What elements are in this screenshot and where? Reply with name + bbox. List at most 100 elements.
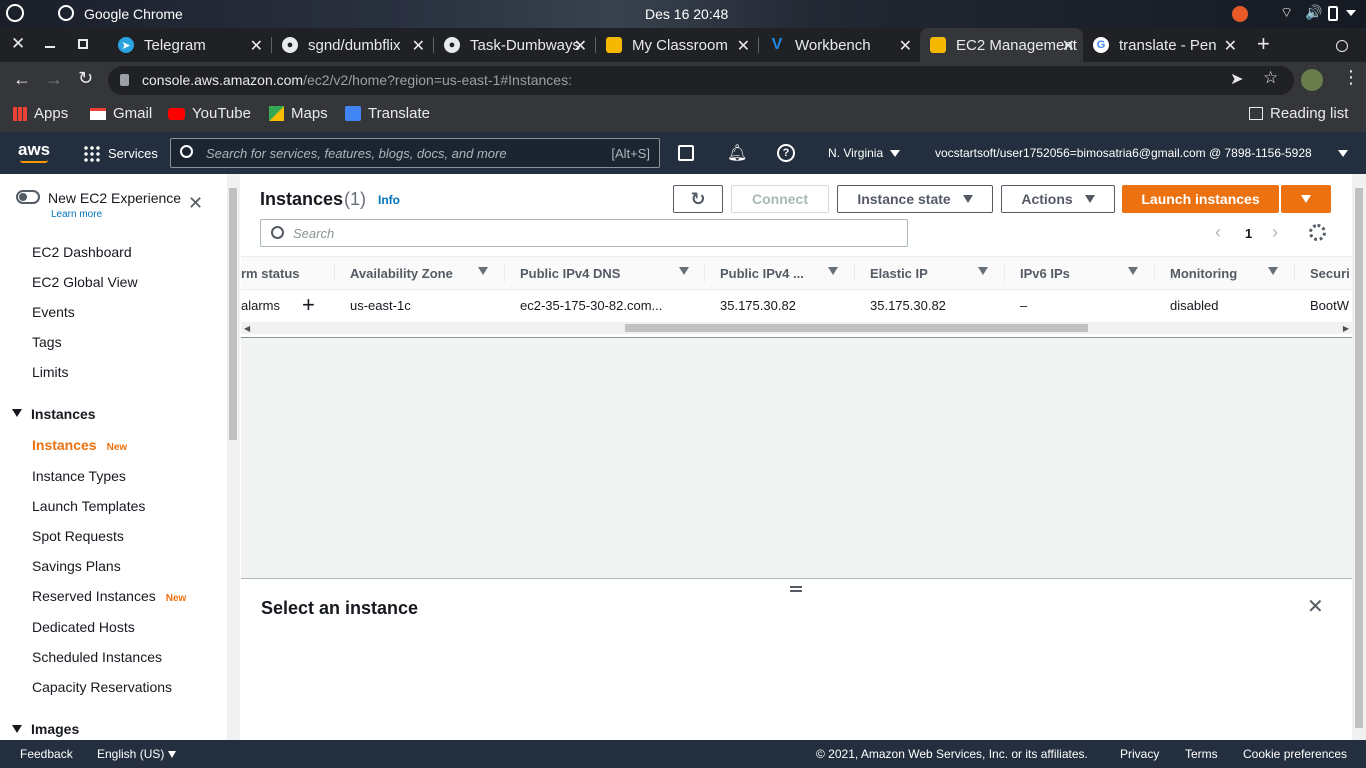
os-clock[interactable]: Des 16 20:48 — [645, 6, 728, 22]
horizontal-scrollbar[interactable]: ◀ ▶ — [241, 322, 1352, 334]
info-link[interactable]: Info — [378, 193, 400, 207]
aws-search-bar[interactable]: Search for services, features, blogs, do… — [170, 138, 660, 168]
column-header[interactable]: Availability Zone — [350, 266, 453, 281]
gear-icon[interactable] — [1309, 224, 1326, 241]
send-icon[interactable]: ➤ — [1230, 69, 1243, 89]
close-icon[interactable]: ✕ — [188, 193, 203, 214]
sidebar-item-ec2-global-view[interactable]: EC2 Global View — [32, 274, 138, 290]
help-icon[interactable]: ? — [777, 144, 795, 162]
sidebar-item-savings-plans[interactable]: Savings Plans — [32, 558, 121, 574]
column-header[interactable]: Public IPv4 ... — [720, 266, 804, 281]
close-icon[interactable]: ✕ — [1062, 36, 1075, 56]
volume-icon[interactable]: 🔊 — [1305, 4, 1322, 21]
address-bar[interactable]: console.aws.amazon.com/ec2/v2/home?regio… — [108, 66, 1294, 95]
minimize-icon[interactable] — [45, 46, 55, 48]
wifi-icon[interactable]: ⌔ — [1280, 4, 1293, 22]
sort-icon[interactable] — [1128, 267, 1138, 275]
tab-telegram[interactable]: ➤ Telegram ✕ — [108, 28, 271, 62]
column-header[interactable]: Monitoring — [1170, 266, 1237, 281]
terms-link[interactable]: Terms — [1185, 747, 1218, 761]
bookmark-maps[interactable]: Maps — [269, 105, 328, 122]
close-icon[interactable]: ✕ — [1224, 36, 1237, 56]
bell-icon[interactable]: 🔔︎ — [727, 143, 747, 163]
feedback-link[interactable]: Feedback — [20, 747, 73, 761]
privacy-link[interactable]: Privacy — [1120, 747, 1159, 761]
search-input[interactable]: Search — [293, 226, 334, 241]
close-icon[interactable]: ✕ — [899, 36, 912, 56]
sidebar-item-instances[interactable]: Instances New — [32, 437, 127, 453]
lock-icon[interactable] — [120, 74, 129, 86]
cloudshell-icon[interactable] — [678, 145, 694, 161]
page-scrollbar[interactable] — [1352, 174, 1366, 740]
launch-instances-button[interactable]: Launch instances — [1122, 185, 1279, 213]
tab-search-icon[interactable] — [1336, 40, 1348, 52]
profile-avatar[interactable] — [1301, 69, 1323, 91]
sort-icon[interactable] — [1268, 267, 1278, 275]
close-icon[interactable]: ✕ — [1307, 594, 1324, 619]
sidebar-item-limits[interactable]: Limits — [32, 364, 69, 380]
scroll-right-icon[interactable]: ▶ — [1343, 324, 1349, 333]
new-tab-plus-icon[interactable]: + — [1257, 31, 1270, 57]
sort-icon[interactable] — [478, 267, 488, 275]
tab-my-classroom[interactable]: My Classroom ✕ — [596, 28, 758, 62]
column-header[interactable]: IPv6 IPs — [1020, 266, 1070, 281]
sidebar-item-events[interactable]: Events — [32, 304, 75, 320]
scroll-left-icon[interactable]: ◀ — [244, 324, 250, 333]
aws-logo[interactable]: aws — [18, 140, 50, 160]
tab-github-dumbflix[interactable]: ● sgnd/dumbflix ✕ — [272, 28, 433, 62]
bookmark-gmail[interactable]: Gmail — [90, 105, 152, 122]
scrollbar-thumb[interactable] — [625, 324, 1088, 332]
bookmark-apps[interactable]: Apps — [13, 105, 68, 122]
tab-github-task[interactable]: ● Task-Dumbways ✕ — [434, 28, 595, 62]
chevron-right-icon[interactable]: › — [1272, 222, 1278, 243]
sidebar-item-scheduled-instances[interactable]: Scheduled Instances — [32, 649, 162, 665]
sidebar-item-dedicated-hosts[interactable]: Dedicated Hosts — [32, 619, 135, 635]
column-header[interactable]: Elastic IP — [870, 266, 928, 281]
sidebar-item-instance-types[interactable]: Instance Types — [32, 468, 126, 484]
tab-ec2-management[interactable]: EC2 Management ✕ — [920, 28, 1083, 62]
instance-search-field[interactable]: Search — [260, 219, 908, 247]
section-images[interactable]: Images — [31, 721, 79, 737]
cookie-preferences-link[interactable]: Cookie preferences — [1243, 747, 1347, 761]
caret-down-icon[interactable] — [168, 751, 176, 758]
launch-dropdown-button[interactable] — [1281, 185, 1331, 213]
star-icon[interactable]: ☆ — [1263, 68, 1278, 88]
caret-down-icon[interactable] — [12, 725, 22, 733]
column-header[interactable]: rm status — [241, 266, 300, 281]
services-menu[interactable]: Services — [108, 146, 158, 161]
sidebar-item-launch-templates[interactable]: Launch Templates — [32, 498, 145, 514]
url-text[interactable]: console.aws.amazon.com/ec2/v2/home?regio… — [142, 72, 572, 88]
bookmark-youtube[interactable]: YouTube — [168, 105, 251, 122]
account-menu[interactable]: vocstartsoft/user1752056=bimosatria6@gma… — [935, 146, 1312, 160]
column-header[interactable]: Securi — [1310, 266, 1350, 281]
region-selector[interactable]: N. Virginia — [828, 146, 883, 160]
close-icon[interactable]: ✕ — [250, 36, 263, 56]
connect-button[interactable]: Connect — [731, 185, 829, 213]
close-icon[interactable]: ✕ — [737, 36, 750, 56]
language-selector[interactable]: English (US) — [97, 747, 164, 761]
tab-workbench[interactable]: V Workbench ✕ — [759, 28, 920, 62]
close-icon[interactable]: ✕ — [574, 36, 587, 56]
system-menu-icon[interactable] — [1346, 10, 1356, 16]
refresh-button[interactable]: ↻ — [673, 185, 723, 213]
menu-dots-icon[interactable]: ⋮ — [1342, 68, 1360, 86]
page-number[interactable]: 1 — [1245, 226, 1252, 241]
reading-list[interactable]: Reading list — [1249, 105, 1348, 122]
column-header[interactable]: Public IPv4 DNS — [520, 266, 620, 281]
sidebar-item-reserved-instances[interactable]: Reserved Instances New — [32, 588, 186, 604]
close-window-icon[interactable]: ✕ — [11, 34, 25, 54]
sort-icon[interactable] — [978, 267, 988, 275]
services-grid-icon[interactable] — [83, 145, 100, 162]
learn-more-link[interactable]: Learn more — [51, 209, 102, 220]
sort-icon[interactable] — [679, 267, 689, 275]
maximize-icon[interactable] — [78, 39, 88, 49]
sidebar-item-capacity-reservations[interactable]: Capacity Reservations — [32, 679, 172, 695]
aws-search-input[interactable]: Search for services, features, blogs, do… — [206, 146, 507, 161]
caret-down-icon[interactable] — [12, 409, 22, 417]
sidebar-item-ec2-dashboard[interactable]: EC2 Dashboard — [32, 244, 132, 260]
ubuntu-icon[interactable] — [6, 4, 24, 22]
scrollbar-thumb[interactable] — [229, 188, 237, 440]
caret-down-icon[interactable] — [1338, 150, 1348, 157]
close-icon[interactable]: ✕ — [412, 36, 425, 56]
add-alarm-plus-icon[interactable]: + — [302, 292, 315, 318]
